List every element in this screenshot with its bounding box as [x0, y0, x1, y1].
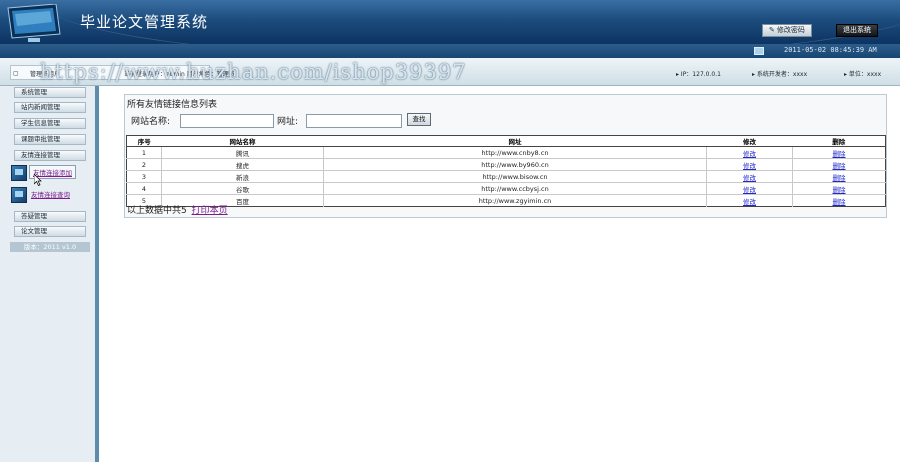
sidebar-item-news[interactable]: 站内新闻管理 — [14, 102, 86, 113]
version-label: 版本：2011 v1.0 — [10, 242, 90, 252]
table-row: 1 腾讯 http://www.cnby8.cn 修改 删除 — [126, 146, 886, 159]
logout-label: 退出系统 — [843, 26, 871, 34]
table-header-row: 序号 网站名称 网址 修改 删除 — [126, 135, 886, 147]
sidebar-item-qa[interactable]: 答疑管理 — [14, 211, 86, 222]
table-footer: 以上数据中共5 打印本页 — [127, 203, 228, 216]
computer-icon — [11, 165, 27, 181]
cell-name: 搜虎 — [161, 158, 324, 171]
sidebar-item-links[interactable]: 友情连接管理 — [14, 150, 86, 161]
app-header: 毕业论文管理系统 ✎ 修改密码 退出系统 — [0, 0, 900, 44]
edit-link[interactable]: 修改 — [706, 194, 793, 207]
col-header-url: 网址 — [323, 135, 707, 147]
url-input[interactable] — [306, 114, 402, 128]
page-title: 所有友情链接信息列表 — [127, 100, 218, 110]
user-icon: ▢ — [13, 70, 19, 77]
delete-link[interactable]: 删除 — [792, 146, 886, 159]
monitor-logo-icon — [7, 4, 61, 42]
table-row: 5 百度 http://www.zgyimin.cn 修改 删除 — [126, 194, 886, 207]
total-count-text: 以上数据中共5 — [127, 206, 187, 216]
links-panel: 所有友情链接信息列表 网站名称: 网址: 查找 序号 网站名称 网址 修改 删除 — [124, 94, 887, 218]
cell-no: 2 — [126, 158, 162, 171]
delete-link[interactable]: 删除 — [792, 182, 886, 195]
sidebar-item-thesis[interactable]: 论文管理 — [14, 226, 86, 237]
site-name-input[interactable] — [180, 114, 274, 128]
ip-label: ▸ IP：127.0.0.1 — [676, 71, 721, 78]
edit-link[interactable]: 修改 — [706, 146, 793, 159]
edit-link[interactable]: 修改 — [706, 182, 793, 195]
sidebar-subitem-label: 友情连接查询 — [31, 191, 70, 199]
search-button[interactable]: 查找 — [407, 113, 431, 126]
main-content: 所有友情链接信息列表 网站名称: 网址: 查找 序号 网站名称 网址 修改 删除 — [103, 86, 900, 462]
computer-icon — [11, 187, 27, 203]
print-page-link[interactable]: 打印本页 — [192, 206, 228, 216]
table-row: 4 谷歌 http://www.ccbysj.cn 修改 删除 — [126, 182, 886, 195]
cell-name: 新浪 — [161, 170, 324, 183]
name-label: 网站名称: — [131, 117, 171, 127]
cell-no: 1 — [126, 146, 162, 159]
col-header-no: 序号 — [126, 135, 162, 147]
url-label: 网址: — [277, 117, 299, 127]
cell-url: http://www.ccbysj.cn — [323, 182, 707, 195]
change-password-button[interactable]: ✎ 修改密码 — [762, 24, 812, 37]
unit-label: ▸ 单位：xxxx — [844, 71, 882, 78]
sidebar: 系统管理 站内新闻管理 学生信息管理 课题审批管理 友情连接管理 友情连接添加 … — [0, 86, 99, 462]
cell-url: http://www.cnby8.cn — [323, 146, 707, 159]
table-row: 2 搜虎 http://www.by960.cn 修改 删除 — [126, 158, 886, 171]
delete-link[interactable]: 删除 — [792, 158, 886, 171]
delete-link[interactable]: 删除 — [792, 170, 886, 183]
cell-no: 3 — [126, 170, 162, 183]
system-title: 毕业论文管理系统 — [80, 13, 209, 31]
delete-link[interactable]: 删除 — [792, 194, 886, 207]
links-table: 序号 网站名称 网址 修改 删除 1 腾讯 http://www.cnby8.c… — [126, 135, 886, 207]
col-header-name: 网站名称 — [161, 135, 324, 147]
cell-url: http://www.zgyimin.cn — [323, 194, 707, 207]
sidebar-subitem-add-link[interactable]: 友情连接添加 — [11, 164, 93, 183]
col-header-edit: 修改 — [706, 135, 793, 147]
cell-no: 4 — [126, 182, 162, 195]
cell-name: 谷歌 — [161, 182, 324, 195]
mouse-pointer-icon — [34, 174, 42, 186]
key-icon: ✎ — [769, 26, 775, 34]
cell-name: 腾讯 — [161, 146, 324, 159]
table-row: 3 新浪 http://www.bisow.cn 修改 删除 — [126, 170, 886, 183]
cell-url: http://www.by960.cn — [323, 158, 707, 171]
cell-url: http://www.bisow.cn — [323, 170, 707, 183]
clock-bar: 2011-05-02 08:45:39 AM — [0, 44, 900, 58]
logout-button[interactable]: 退出系统 — [836, 24, 878, 37]
current-datetime: 2011-05-02 08:45:39 AM — [784, 46, 877, 54]
sidebar-item-system[interactable]: 系统管理 — [14, 87, 86, 98]
edit-link[interactable]: 修改 — [706, 158, 793, 171]
developer-label: ▸ 系统开发者：xxxx — [752, 71, 808, 78]
info-bar: ▢ 管理员用户 当前登录用户：admin 用户角色：管理员 ▸ IP：127.0… — [0, 58, 900, 86]
clock-icon — [754, 47, 764, 55]
change-password-label: 修改密码 — [776, 26, 805, 34]
current-user-label: 当前登录用户：admin 用户角色：管理员 — [124, 71, 235, 78]
sidebar-item-topics[interactable]: 课题审批管理 — [14, 134, 86, 145]
col-header-delete: 删除 — [792, 135, 886, 147]
sidebar-subitem-query-link[interactable]: 友情连接查询 — [11, 186, 93, 205]
admin-tab-label: 管理员用户 — [30, 71, 61, 78]
sidebar-item-students[interactable]: 学生信息管理 — [14, 118, 86, 129]
edit-link[interactable]: 修改 — [706, 170, 793, 183]
